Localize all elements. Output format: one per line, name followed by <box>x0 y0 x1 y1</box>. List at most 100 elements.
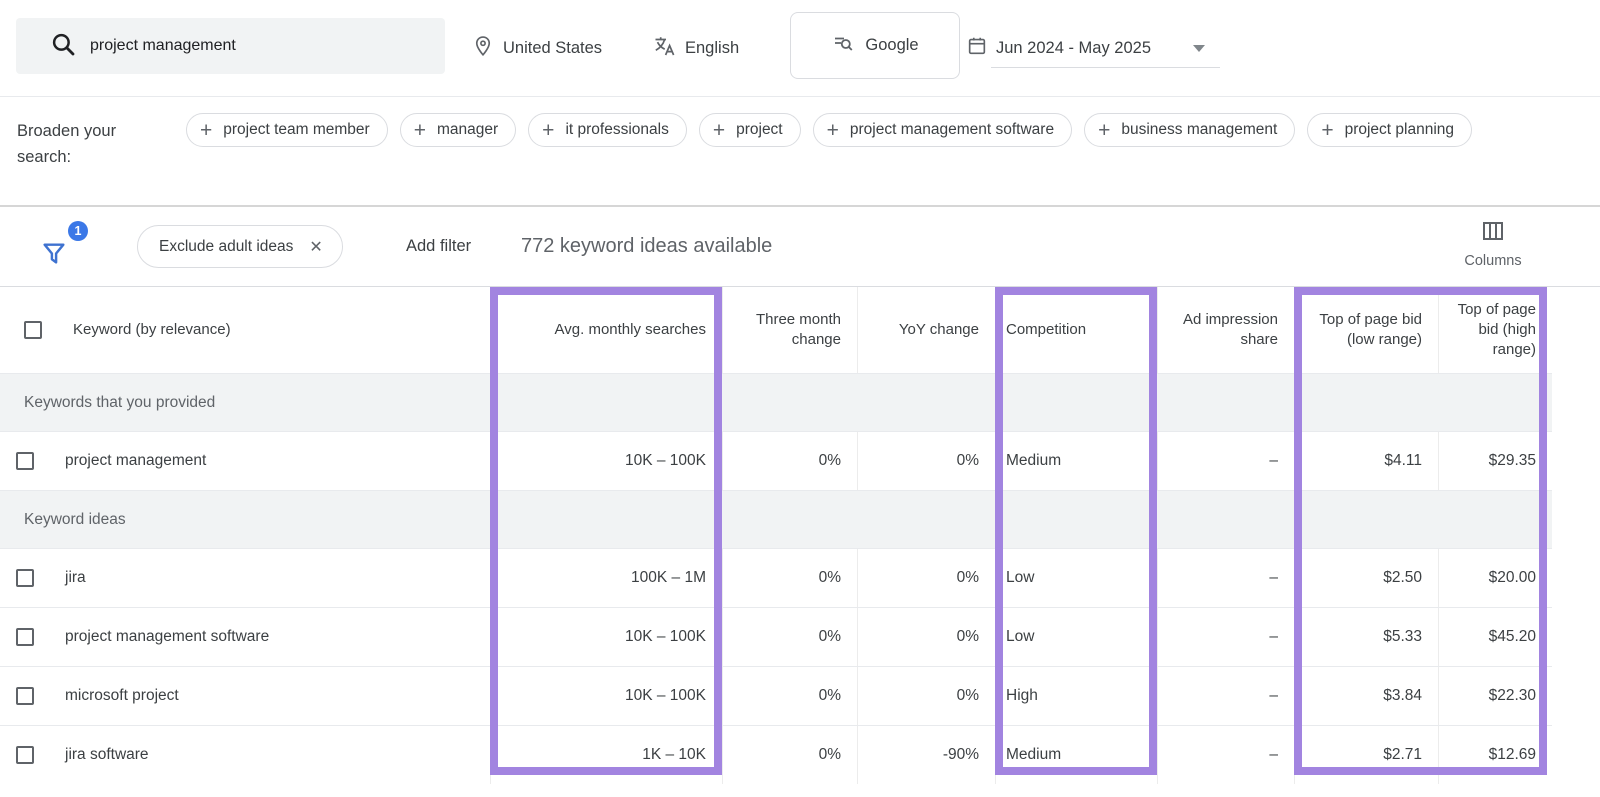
row-checkbox[interactable] <box>16 687 34 705</box>
row-checkbox[interactable] <box>16 569 34 587</box>
broaden-keyword-chip[interactable]: + manager <box>400 113 516 147</box>
broaden-keyword-chip[interactable]: + project <box>699 113 801 147</box>
ad-impression-share-cell: – <box>1157 432 1294 490</box>
close-icon[interactable]: ✕ <box>309 237 322 257</box>
three-month-change-cell: 0% <box>722 726 857 784</box>
chip-label: project team member <box>223 121 369 139</box>
ad-impression-share-cell: – <box>1157 608 1294 666</box>
columns-icon <box>1479 219 1507 243</box>
three-month-change-cell: 0% <box>722 667 857 725</box>
plus-icon: + <box>542 120 554 141</box>
location-pin-icon <box>472 35 494 62</box>
plus-icon: + <box>414 120 426 141</box>
search-network-icon <box>831 31 855 60</box>
add-filter-button[interactable]: Add filter <box>406 207 471 285</box>
bid-low-cell: $2.71 <box>1294 726 1438 784</box>
date-range-selector[interactable]: Jun 2024 - May 2025 <box>966 0 1205 96</box>
table-section-row: Keywords that you provided <box>0 373 1552 431</box>
header-keyword-label: Keyword (by relevance) <box>73 320 231 340</box>
chip-label: project <box>736 121 783 139</box>
plus-icon: + <box>827 120 839 141</box>
location-label: United States <box>503 39 602 58</box>
translate-icon <box>652 34 676 63</box>
table-header-row: Keyword (by relevance) Avg. monthly sear… <box>0 287 1552 373</box>
broaden-keyword-chip[interactable]: + business management <box>1084 113 1295 147</box>
avg-monthly-searches-cell: 100K – 1M <box>490 549 722 607</box>
header-bid-low[interactable]: Top of page bid (low range) <box>1294 287 1438 373</box>
bid-low-cell: $3.84 <box>1294 667 1438 725</box>
broaden-keyword-chip[interactable]: + project team member <box>186 113 388 147</box>
network-label: Google <box>865 36 918 55</box>
keyword-search-box[interactable] <box>16 18 445 74</box>
calendar-icon <box>966 35 988 62</box>
select-all-checkbox[interactable] <box>24 321 42 339</box>
chip-label: manager <box>437 121 498 139</box>
plus-icon: + <box>1321 120 1333 141</box>
competition-cell: Medium <box>995 432 1157 490</box>
header-bid-high[interactable]: Top of page bid (high range) <box>1438 287 1552 373</box>
filter-button[interactable]: 1 <box>40 221 88 271</box>
chip-label: it professionals <box>565 121 668 139</box>
keyword-cell: jira <box>0 549 490 607</box>
keyword-cell: jira software <box>0 726 490 784</box>
table-section-row: Keyword ideas <box>0 490 1552 548</box>
ad-impression-share-cell: – <box>1157 726 1294 784</box>
table-row: jira software 1K – 10K 0% -90% Medium – … <box>0 725 1552 784</box>
ad-impression-share-cell: – <box>1157 667 1294 725</box>
competition-cell: High <box>995 667 1157 725</box>
broaden-keyword-chip[interactable]: + it professionals <box>528 113 687 147</box>
chip-label: project planning <box>1345 121 1454 139</box>
header-avg-monthly-searches[interactable]: Avg. monthly searches <box>490 287 722 373</box>
keyword-text: jira software <box>65 746 149 764</box>
keyword-text: jira <box>65 569 86 587</box>
competition-cell: Low <box>995 608 1157 666</box>
bid-high-cell: $45.20 <box>1438 608 1552 666</box>
bid-high-cell: $29.35 <box>1438 432 1552 490</box>
header-competition[interactable]: Competition <box>995 287 1157 373</box>
row-checkbox[interactable] <box>16 628 34 646</box>
bid-high-cell: $20.00 <box>1438 549 1552 607</box>
language-selector[interactable]: English <box>652 0 739 96</box>
search-icon <box>50 31 76 62</box>
keyword-cell: microsoft project <box>0 667 490 725</box>
broaden-keyword-chip[interactable]: + project planning <box>1307 113 1472 147</box>
plus-icon: + <box>200 120 212 141</box>
yoy-change-cell: 0% <box>857 432 995 490</box>
chip-label: project management software <box>850 121 1054 139</box>
avg-monthly-searches-cell: 1K – 10K <box>490 726 722 784</box>
bid-low-cell: $4.11 <box>1294 432 1438 490</box>
network-selector[interactable]: Google <box>790 12 960 79</box>
table-row: project management software 10K – 100K 0… <box>0 607 1552 666</box>
avg-monthly-searches-cell: 10K – 100K <box>490 667 722 725</box>
yoy-change-cell: 0% <box>857 608 995 666</box>
filter-bar: 1 Exclude adult ideas ✕ Add filter 772 k… <box>0 207 1600 287</box>
location-selector[interactable]: United States <box>472 0 602 96</box>
table-row: jira 100K – 1M 0% 0% Low – $2.50 $20.00 <box>0 548 1552 607</box>
row-checkbox[interactable] <box>16 452 34 470</box>
header-keyword[interactable]: Keyword (by relevance) <box>0 287 490 373</box>
columns-label: Columns <box>1452 253 1534 269</box>
plus-icon: + <box>713 120 725 141</box>
chip-label: business management <box>1121 121 1277 139</box>
active-filter-chip[interactable]: Exclude adult ideas ✕ <box>137 225 343 268</box>
filter-count-badge: 1 <box>68 221 88 241</box>
filter-funnel-icon <box>40 240 68 268</box>
columns-button[interactable]: Columns <box>1452 219 1534 269</box>
keyword-text: microsoft project <box>65 687 179 705</box>
keyword-table: Keyword (by relevance) Avg. monthly sear… <box>0 287 1552 784</box>
date-range-label: Jun 2024 - May 2025 <box>996 39 1151 58</box>
header-yoy-change[interactable]: YoY change <box>857 287 995 373</box>
section-label: Keyword ideas <box>24 511 126 529</box>
broaden-keyword-chip[interactable]: + project management software <box>813 113 1072 147</box>
ad-impression-share-cell: – <box>1157 549 1294 607</box>
header-three-month-change[interactable]: Three month change <box>722 287 857 373</box>
header-ad-impression-share[interactable]: Ad impression share <box>1157 287 1294 373</box>
results-count-text: 772 keyword ideas available <box>521 207 772 285</box>
competition-cell: Medium <box>995 726 1157 784</box>
search-input[interactable] <box>90 37 390 55</box>
table-body: Keywords that you provided project manag… <box>0 373 1552 784</box>
avg-monthly-searches-cell: 10K – 100K <box>490 608 722 666</box>
row-checkbox[interactable] <box>16 746 34 764</box>
keyword-cell: project management <box>0 432 490 490</box>
three-month-change-cell: 0% <box>722 549 857 607</box>
